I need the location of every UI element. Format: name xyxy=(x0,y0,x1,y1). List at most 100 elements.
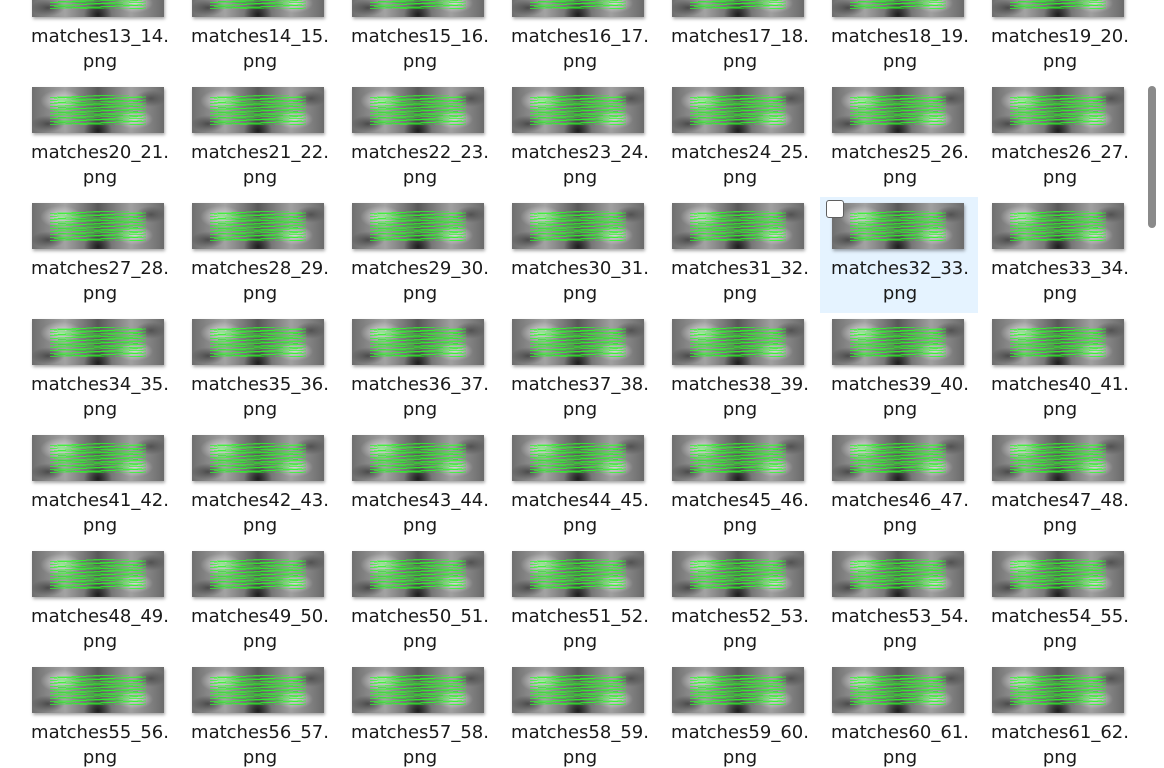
file-name-label[interactable]: matches14_15. png xyxy=(180,24,340,74)
file-name-label[interactable]: matches32_33. png xyxy=(820,256,980,306)
file-name-label[interactable]: matches24_25. png xyxy=(660,140,820,190)
file-name-label[interactable]: matches47_48. png xyxy=(980,488,1140,538)
file-item[interactable]: matches51_52. png xyxy=(500,545,660,661)
file-item[interactable]: matches58_59. png xyxy=(500,661,660,768)
file-name-label[interactable]: matches42_43. png xyxy=(180,488,340,538)
file-name-label[interactable]: matches30_31. png xyxy=(500,256,660,306)
vertical-scrollbar[interactable] xyxy=(1140,0,1164,768)
file-name-label[interactable]: matches31_32. png xyxy=(660,256,820,306)
image-thumbnail[interactable] xyxy=(32,87,164,133)
file-item[interactable]: matches30_31. png xyxy=(500,197,660,313)
file-name-label[interactable]: matches16_17. png xyxy=(500,24,660,74)
file-name-label[interactable]: matches22_23. png xyxy=(340,140,500,190)
file-name-label[interactable]: matches18_19. png xyxy=(820,24,980,74)
file-item[interactable]: matches32_33. png xyxy=(820,197,978,313)
image-thumbnail[interactable] xyxy=(512,667,644,713)
file-item[interactable]: matches22_23. png xyxy=(340,81,500,197)
file-item[interactable]: matches38_39. png xyxy=(660,313,820,429)
file-item[interactable]: matches55_56. png xyxy=(20,661,180,768)
file-item[interactable]: matches15_16. png xyxy=(340,0,500,81)
file-item[interactable]: matches17_18. png xyxy=(660,0,820,81)
image-thumbnail[interactable] xyxy=(832,319,964,365)
file-name-label[interactable]: matches54_55. png xyxy=(980,604,1140,654)
image-thumbnail[interactable] xyxy=(832,0,964,17)
image-thumbnail[interactable] xyxy=(672,551,804,597)
file-item[interactable]: matches39_40. png xyxy=(820,313,980,429)
file-item[interactable]: matches46_47. png xyxy=(820,429,980,545)
file-item[interactable]: matches21_22. png xyxy=(180,81,340,197)
file-name-label[interactable]: matches23_24. png xyxy=(500,140,660,190)
image-thumbnail[interactable] xyxy=(32,319,164,365)
file-item[interactable]: matches33_34. png xyxy=(980,197,1140,313)
file-name-label[interactable]: matches19_20. png xyxy=(980,24,1140,74)
image-thumbnail[interactable] xyxy=(32,667,164,713)
file-item[interactable]: matches13_14. png xyxy=(20,0,180,81)
image-thumbnail[interactable] xyxy=(992,551,1124,597)
image-thumbnail[interactable] xyxy=(32,551,164,597)
image-thumbnail[interactable] xyxy=(832,435,964,481)
image-thumbnail[interactable] xyxy=(192,435,324,481)
file-item[interactable]: matches14_15. png xyxy=(180,0,340,81)
image-thumbnail[interactable] xyxy=(352,87,484,133)
file-item[interactable]: matches47_48. png xyxy=(980,429,1140,545)
file-item[interactable]: matches49_50. png xyxy=(180,545,340,661)
file-name-label[interactable]: matches37_38. png xyxy=(500,372,660,422)
file-name-label[interactable]: matches35_36. png xyxy=(180,372,340,422)
image-thumbnail[interactable] xyxy=(512,203,644,249)
image-thumbnail[interactable] xyxy=(992,87,1124,133)
file-name-label[interactable]: matches34_35. png xyxy=(20,372,180,422)
image-thumbnail[interactable] xyxy=(192,87,324,133)
file-name-label[interactable]: matches28_29. png xyxy=(180,256,340,306)
file-item[interactable]: matches61_62. png xyxy=(980,661,1140,768)
file-name-label[interactable]: matches51_52. png xyxy=(500,604,660,654)
file-item[interactable]: matches34_35. png xyxy=(20,313,180,429)
file-item[interactable]: matches52_53. png xyxy=(660,545,820,661)
file-item[interactable]: matches24_25. png xyxy=(660,81,820,197)
image-thumbnail[interactable] xyxy=(512,87,644,133)
file-name-label[interactable]: matches50_51. png xyxy=(340,604,500,654)
file-item[interactable]: matches23_24. png xyxy=(500,81,660,197)
image-thumbnail[interactable] xyxy=(32,435,164,481)
image-thumbnail[interactable] xyxy=(672,667,804,713)
file-item[interactable]: matches19_20. png xyxy=(980,0,1140,81)
file-name-label[interactable]: matches43_44. png xyxy=(340,488,500,538)
file-item[interactable]: matches16_17. png xyxy=(500,0,660,81)
file-name-label[interactable]: matches20_21. png xyxy=(20,140,180,190)
image-thumbnail[interactable] xyxy=(512,0,644,17)
file-item[interactable]: matches35_36. png xyxy=(180,313,340,429)
image-thumbnail[interactable] xyxy=(192,0,324,17)
image-thumbnail[interactable] xyxy=(32,0,164,17)
image-thumbnail[interactable] xyxy=(672,203,804,249)
file-item[interactable]: matches18_19. png xyxy=(820,0,980,81)
image-thumbnail[interactable] xyxy=(832,551,964,597)
image-thumbnail[interactable] xyxy=(512,319,644,365)
file-item[interactable]: matches45_46. png xyxy=(660,429,820,545)
image-thumbnail[interactable] xyxy=(992,319,1124,365)
file-name-label[interactable]: matches46_47. png xyxy=(820,488,980,538)
file-name-label[interactable]: matches55_56. png xyxy=(20,720,180,768)
file-name-label[interactable]: matches39_40. png xyxy=(820,372,980,422)
scrollbar-thumb[interactable] xyxy=(1148,86,1156,228)
image-thumbnail[interactable] xyxy=(992,0,1124,17)
file-name-label[interactable]: matches41_42. png xyxy=(20,488,180,538)
image-thumbnail[interactable] xyxy=(352,435,484,481)
image-thumbnail[interactable] xyxy=(352,319,484,365)
file-item[interactable]: matches42_43. png xyxy=(180,429,340,545)
file-item[interactable]: matches36_37. png xyxy=(340,313,500,429)
image-thumbnail[interactable] xyxy=(672,87,804,133)
image-thumbnail[interactable] xyxy=(512,435,644,481)
file-name-label[interactable]: matches13_14. png xyxy=(20,24,180,74)
file-name-label[interactable]: matches21_22. png xyxy=(180,140,340,190)
file-item[interactable]: matches29_30. png xyxy=(340,197,500,313)
file-name-label[interactable]: matches29_30. png xyxy=(340,256,500,306)
file-name-label[interactable]: matches49_50. png xyxy=(180,604,340,654)
file-item[interactable]: matches43_44. png xyxy=(340,429,500,545)
file-name-label[interactable]: matches59_60. png xyxy=(660,720,820,768)
image-thumbnail[interactable] xyxy=(832,203,964,249)
file-item[interactable]: matches40_41. png xyxy=(980,313,1140,429)
image-thumbnail[interactable] xyxy=(672,0,804,17)
file-item[interactable]: matches28_29. png xyxy=(180,197,340,313)
image-thumbnail[interactable] xyxy=(672,319,804,365)
image-thumbnail[interactable] xyxy=(672,435,804,481)
file-name-label[interactable]: matches26_27. png xyxy=(980,140,1140,190)
